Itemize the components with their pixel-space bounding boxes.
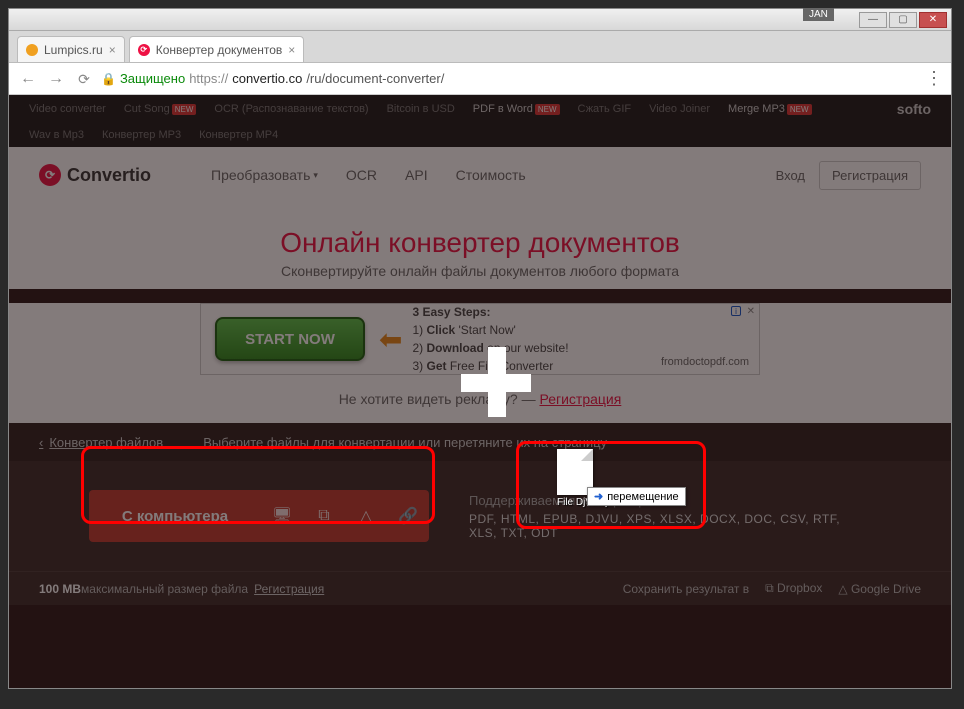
softo-link[interactable]: Video converter <box>29 103 106 115</box>
converter-hint: Выберите файлы для конвертации или перет… <box>203 435 607 450</box>
softo-link[interactable]: Wav в Mp3 <box>29 129 84 141</box>
url-path: /ru/document-converter/ <box>306 71 444 86</box>
softo-link[interactable]: Cut SongNEW <box>124 103 197 115</box>
page-content: Video converter Cut SongNEW OCR (Распозн… <box>9 95 951 688</box>
arrow-right-icon: ➜ <box>594 490 603 503</box>
computer-icon[interactable]: 🖥 <box>261 506 303 526</box>
link-icon[interactable]: 🔗 <box>387 506 429 526</box>
from-computer-button[interactable]: С компьютера <box>89 508 261 525</box>
drag-tooltip: ➜ перемещение <box>587 487 686 506</box>
nav-api[interactable]: API <box>405 167 428 183</box>
back-link[interactable]: ‹Конвертер файлов <box>39 435 163 450</box>
page-title: Онлайн конвертер документов <box>9 227 951 259</box>
register-button[interactable]: Регистрация <box>819 161 921 190</box>
softo-nav-row1: Video converter Cut SongNEW OCR (Распозн… <box>9 95 951 123</box>
login-link[interactable]: Вход <box>776 168 805 183</box>
site-header: ⟳ Convertio Преобразовать▾ OCR API Стоим… <box>9 147 951 203</box>
converter-panel: ‹Конвертер файлов Выберите файлы для кон… <box>9 423 951 605</box>
nav-back-button[interactable]: ← <box>17 68 39 90</box>
softo-nav-row2: Wav в Mp3 Конвертер MP3 Конвертер MP4 <box>9 123 951 147</box>
softo-link[interactable]: Конвертер MP4 <box>199 129 278 141</box>
browser-window: JAN — ▢ ✕ Lumpics.ru × ⟳ Конвертер докум… <box>8 8 952 689</box>
softo-link[interactable]: PDF в WordNEW <box>473 103 560 115</box>
site-account: Вход Регистрация <box>776 161 921 190</box>
window-close-button[interactable]: ✕ <box>919 12 947 28</box>
ad-text: 3 Easy Steps: 1) Click 'Start Now' 2) Do… <box>412 303 568 375</box>
window-minimize-button[interactable]: — <box>859 12 887 28</box>
hero-section: Онлайн конвертер документов Сконвертируй… <box>9 203 951 289</box>
save-dropbox[interactable]: ⧉ Dropbox <box>765 581 822 596</box>
save-to-label: Сохранить результат в <box>623 582 749 596</box>
favicon-lumpics-icon <box>26 44 38 56</box>
ad-start-button[interactable]: START NOW <box>215 317 365 361</box>
logo-icon: ⟳ <box>39 164 61 186</box>
lock-icon: 🔒 <box>101 72 116 86</box>
ad-info-icon[interactable]: i <box>731 306 741 316</box>
favicon-convertio-icon: ⟳ <box>138 44 150 56</box>
save-to-group: Сохранить результат в ⧉ Dropbox △ Google… <box>623 581 921 596</box>
formats-list: PDF, HTML, EPUB, DJVU, XPS, XLSX, DOCX, … <box>469 512 871 540</box>
max-size-label: максимальный размер файла <box>81 582 248 596</box>
softo-brand[interactable]: softo <box>897 101 931 117</box>
max-size-value: 100 MB <box>39 582 81 596</box>
tab-close-icon[interactable]: × <box>109 43 116 57</box>
url-field[interactable]: 🔒 Защищено https:// convertio.co/ru/docum… <box>101 71 919 86</box>
tab-close-icon[interactable]: × <box>288 43 295 57</box>
converter-header: ‹Конвертер файлов Выберите файлы для кон… <box>9 423 951 461</box>
register-link-footer[interactable]: Регистрация <box>254 582 324 596</box>
ad-close-icon[interactable]: ✕ <box>747 306 755 317</box>
page-subtitle: Сконвертируйте онлайн файлы документов л… <box>9 263 951 279</box>
chevron-left-icon: ‹ <box>39 435 43 450</box>
softo-link[interactable]: Video Joiner <box>649 103 710 115</box>
softo-link[interactable]: Bitcoin в USD <box>387 103 455 115</box>
secure-label: Защищено <box>120 71 185 86</box>
site-nav: Преобразовать▾ OCR API Стоимость <box>211 167 526 183</box>
arrow-left-icon: ⬅ <box>379 323 402 356</box>
save-gdrive[interactable]: △ Google Drive <box>838 582 921 596</box>
converter-footer: 100 MB максимальный размер файла Регистр… <box>9 571 951 605</box>
no-ads-prompt: Не хотите видеть рекламу? — Регистрация <box>9 383 951 423</box>
softo-link[interactable]: Merge MP3NEW <box>728 103 812 115</box>
nav-forward-button[interactable]: → <box>45 68 67 90</box>
tab-convertio[interactable]: ⟳ Конвертер документов × <box>129 36 305 62</box>
upload-group: С компьютера 🖥 ⧉ △ 🔗 <box>89 490 429 542</box>
tab-label: Lumpics.ru <box>44 43 103 57</box>
nav-convert[interactable]: Преобразовать▾ <box>211 167 318 183</box>
google-drive-icon[interactable]: △ <box>345 506 387 526</box>
chevron-down-icon: ▾ <box>313 170 318 181</box>
address-bar: ← → ⟳ 🔒 Защищено https:// convertio.co/ru… <box>9 63 951 95</box>
window-maximize-button[interactable]: ▢ <box>889 12 917 28</box>
url-host: convertio.co <box>232 71 302 86</box>
drag-tooltip-text: перемещение <box>607 491 678 503</box>
logo-text: Convertio <box>67 165 151 186</box>
dropbox-icon[interactable]: ⧉ <box>303 507 345 525</box>
converter-main: С компьютера 🖥 ⧉ △ 🔗 Поддерживаемая конв… <box>9 461 951 571</box>
ad-domain: fromdoctopdf.com <box>661 356 749 368</box>
ad-banner[interactable]: START NOW ⬅ 3 Easy Steps: 1) Click 'Star… <box>200 303 760 375</box>
upload-box: С компьютера 🖥 ⧉ △ 🔗 <box>89 490 429 542</box>
url-scheme: https:// <box>189 71 228 86</box>
tab-strip: Lumpics.ru × ⟳ Конвертер документов × <box>9 31 951 63</box>
nav-ocr[interactable]: OCR <box>346 167 377 183</box>
softo-link[interactable]: Сжать GIF <box>578 103 632 115</box>
nav-price[interactable]: Стоимость <box>456 167 526 183</box>
softo-link[interactable]: OCR (Распознавание текстов) <box>214 103 368 115</box>
jan-badge: JAN <box>803 8 834 21</box>
window-titlebar: JAN — ▢ ✕ <box>9 9 951 31</box>
tab-lumpics[interactable]: Lumpics.ru × <box>17 36 125 62</box>
softo-link[interactable]: Конвертер MP3 <box>102 129 181 141</box>
site-logo[interactable]: ⟳ Convertio <box>39 164 151 186</box>
browser-menu-button[interactable]: ⋮ <box>925 68 943 89</box>
nav-reload-button[interactable]: ⟳ <box>73 68 95 90</box>
tab-label: Конвертер документов <box>156 43 283 57</box>
register-link[interactable]: Регистрация <box>539 391 621 407</box>
